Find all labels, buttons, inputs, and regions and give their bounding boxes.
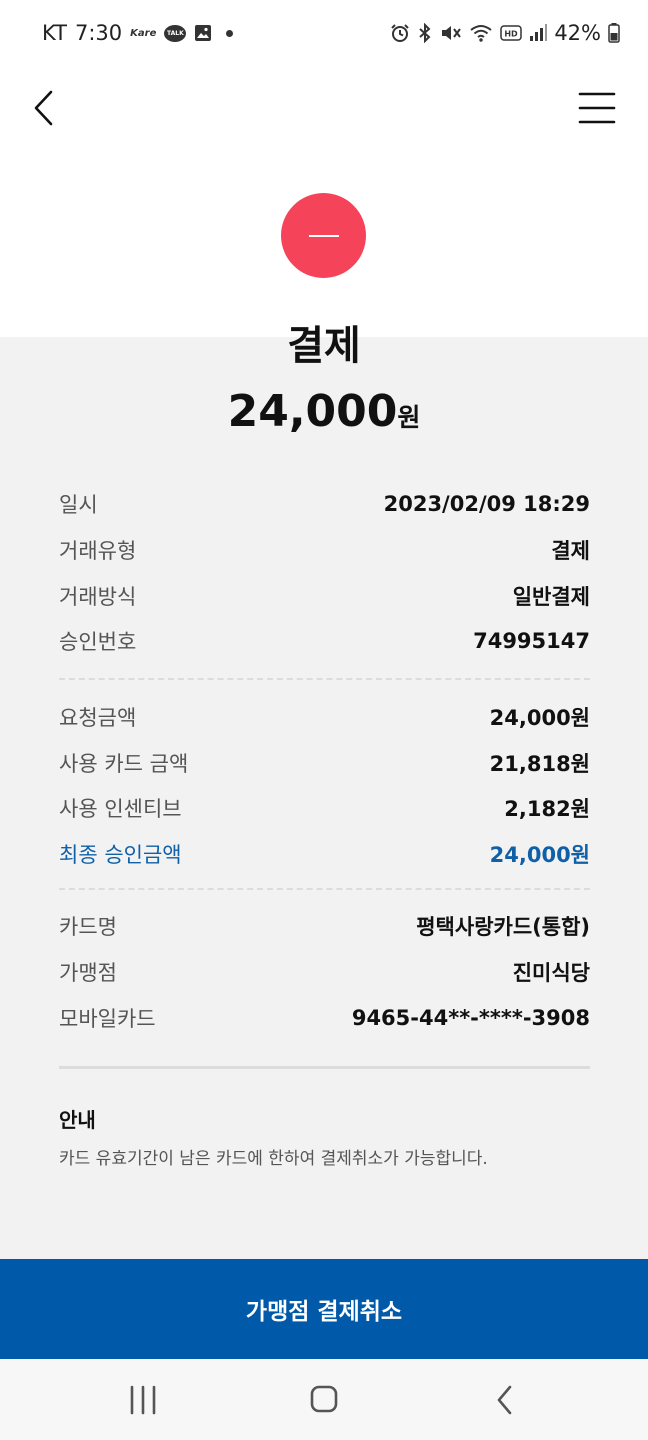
- detail-value: 9465-44**-****-3908: [351, 1006, 590, 1030]
- back-button[interactable]: [26, 86, 66, 130]
- amount-unit: 원: [397, 403, 421, 432]
- system-nav-bar: [0, 1359, 648, 1440]
- detail-row-transaction-type: 거래유형 결제: [59, 530, 590, 570]
- app-header: [0, 66, 648, 150]
- section-divider: [59, 1066, 590, 1069]
- notice-title: 안내: [59, 1108, 96, 1132]
- detail-label: 가맹점: [59, 961, 117, 985]
- carrier: KT: [42, 21, 67, 45]
- detail-label: 일시: [59, 493, 98, 517]
- payment-status-circle: [281, 193, 366, 278]
- detail-value: 일반결제: [512, 585, 590, 609]
- menu-button[interactable]: [576, 88, 618, 128]
- detail-value: 2023/02/09 18:29: [383, 492, 590, 516]
- alarm-icon: [390, 23, 410, 43]
- svg-text:HD: HD: [505, 30, 519, 39]
- detail-value: 74995147: [473, 629, 590, 653]
- battery-icon: [608, 23, 620, 43]
- kare-logo: Kare: [130, 27, 157, 39]
- detail-row-card-amount: 사용 카드 금액 21,818원: [59, 743, 590, 783]
- divider: [59, 678, 590, 680]
- clock: 7:30: [74, 21, 123, 45]
- gallery-icon: [194, 24, 212, 42]
- detail-label: 요청금액: [59, 706, 137, 730]
- detail-label: 사용 카드 금액: [59, 752, 189, 776]
- recent-apps-icon: [130, 1385, 156, 1415]
- detail-value: 24,000원: [489, 843, 590, 867]
- system-back-button[interactable]: [486, 1383, 526, 1417]
- detail-value: 2,182원: [504, 797, 590, 821]
- status-bar: KT 7:30 Kare TALK HD 42%: [0, 0, 648, 66]
- amount-value: 24,000: [227, 386, 398, 437]
- detail-row-final-amount: 최종 승인금액 24,000원: [59, 834, 590, 874]
- detail-label: 최종 승인금액: [59, 843, 182, 867]
- detail-row-incentive: 사용 인센티브 2,182원: [59, 788, 590, 828]
- hd-icon: HD: [500, 25, 523, 41]
- notification-dot: [226, 29, 234, 37]
- merchant-cancel-payment-button[interactable]: 가맹점 결제취소: [0, 1259, 648, 1359]
- detail-row-datetime: 일시 2023/02/09 18:29: [59, 484, 590, 524]
- detail-row-card-name: 카드명 평택사랑카드(통합): [59, 906, 590, 946]
- notice-text: 카드 유효기간이 남은 카드에 한하여 결제취소가 가능합니다.: [59, 1149, 488, 1169]
- detail-label: 거래유형: [59, 539, 137, 563]
- detail-row-merchant: 가맹점 진미식당: [59, 952, 590, 992]
- detail-value: 21,818원: [489, 752, 590, 776]
- kakaotalk-icon: TALK: [164, 24, 187, 42]
- detail-value: 결제: [551, 539, 590, 563]
- mute-icon: [440, 23, 462, 43]
- detail-label: 거래방식: [59, 585, 137, 609]
- transaction-type-title: 결제: [287, 323, 361, 369]
- detail-value: 진미식당: [512, 961, 590, 985]
- detail-value: 24,000원: [489, 706, 590, 730]
- wifi-icon: [469, 23, 493, 43]
- signal-icon: [529, 24, 548, 42]
- detail-row-requested-amount: 요청금액 24,000원: [59, 697, 590, 737]
- detail-row-approval-number: 승인번호 74995147: [59, 621, 590, 661]
- detail-label: 모바일카드: [59, 1007, 156, 1031]
- minus-icon: [308, 234, 339, 237]
- home-button[interactable]: [304, 1383, 344, 1417]
- chevron-left-icon: [34, 90, 53, 126]
- detail-label: 카드명: [59, 915, 117, 939]
- transaction-amount: 24,000원: [0, 382, 648, 451]
- divider: [59, 888, 590, 890]
- detail-label: 승인번호: [59, 630, 137, 654]
- detail-row-transaction-method: 거래방식 일반결제: [59, 576, 590, 616]
- detail-value: 평택사랑카드(통합): [416, 915, 590, 939]
- detail-label: 사용 인센티브: [59, 797, 182, 821]
- home-icon: [310, 1385, 338, 1413]
- hamburger-menu-icon: [578, 92, 616, 124]
- battery-level: 42%: [554, 21, 601, 45]
- detail-row-mobile-card: 모바일카드 9465-44**-****-3908: [59, 998, 590, 1038]
- bluetooth-icon: [417, 23, 433, 43]
- recent-apps-button[interactable]: [123, 1383, 163, 1417]
- screen: KT 7:30 Kare TALK HD 42% 결제 24,000원 일시 2…: [0, 0, 648, 1440]
- back-icon: [497, 1385, 512, 1415]
